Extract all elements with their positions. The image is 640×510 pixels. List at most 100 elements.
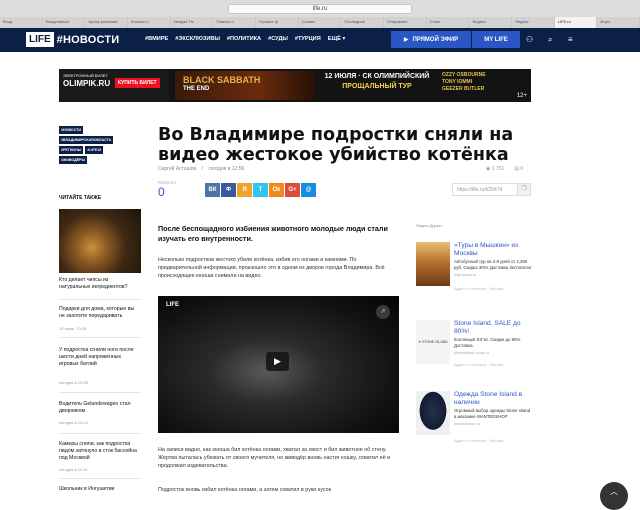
sidebar-item[interactable]: Школьник в Ингушетии: [59, 486, 141, 493]
browser-tab[interactable]: Яндекс: [469, 17, 513, 28]
banner-buy-button[interactable]: КУПИТЬ БИЛЕТ: [115, 78, 160, 88]
ad-footer[interactable]: Адрес и телефон · Москва: [454, 438, 503, 443]
publish-date: сегодня в 12:56: [208, 166, 245, 172]
share-icon[interactable]: ↗: [376, 305, 390, 319]
logo-life: LIFE: [26, 32, 54, 47]
live-button[interactable]: ▶ ПРЯМОЙ ЭФИР: [391, 31, 471, 48]
divider: [59, 478, 141, 479]
byline: Сергей Асташов / сегодня в 12:56: [158, 166, 245, 172]
browser-tab[interactable]: Лучшие ф: [256, 17, 299, 28]
tag[interactable]: #ВЛАДИМИРСКАЯОБЛАСТЬ: [59, 136, 114, 144]
ad-site: bigmskow.ru: [454, 272, 477, 278]
user-icon[interactable]: ⚇: [526, 35, 533, 44]
browser-tab[interactable]: Ставки: [298, 17, 342, 28]
browser-tab[interactable]: Ежедневные: [42, 17, 86, 28]
direct-ad[interactable]: «Туры в Мышкин» из Москвы Автобусный тур…: [416, 242, 531, 302]
browser-tab[interactable]: Ниндзя Тю: [170, 17, 214, 28]
browser-chrome: life.ru Вход Ежедневные Центр решения Бл…: [0, 0, 640, 28]
short-url-field[interactable]: https://life.ru/t/25474 ❐: [452, 183, 531, 196]
ad-site: stoneisland-shop.ru: [454, 350, 489, 356]
article-paragraph: Несколько подростков жестоко убили котён…: [158, 257, 385, 279]
divider: [59, 392, 141, 393]
video-player[interactable]: LIFE ↗ ▶: [158, 296, 399, 433]
share-facebook-button[interactable]: Ф: [221, 183, 236, 197]
browser-tab[interactable]: О нас: [426, 17, 470, 28]
ad-image: [416, 242, 450, 286]
sidebar-item[interactable]: Водитель Gelandewagen стал дворником: [59, 401, 141, 415]
nav-item-more[interactable]: ЕЩЁ ▾: [328, 36, 346, 42]
ad-description: Коллекция SS'16. Скидки до 80%. Доставка…: [454, 337, 522, 348]
live-button-label: ПРЯМОЙ ЭФИР: [412, 36, 459, 43]
ad-footer[interactable]: Адрес и телефон · Москва: [454, 286, 503, 291]
tag[interactable]: #РЕГИОНЫ: [59, 146, 84, 154]
divider: [59, 337, 141, 338]
article-paragraph: Подросток вновь избил котёнка ногами, а …: [158, 487, 331, 493]
sidebar-item[interactable]: Подарки для дома, которые вы не захотите…: [59, 306, 141, 320]
mylife-button[interactable]: MY LIFE: [472, 31, 520, 48]
nav-item-exclusive[interactable]: #ЭКСКЛЮЗИВЫ: [175, 36, 220, 42]
share-twitter-button[interactable]: Т: [253, 183, 268, 197]
browser-tab[interactable]: Памяти о: [213, 17, 257, 28]
share-mail-button[interactable]: @: [301, 183, 316, 197]
age-rating: 12+: [516, 93, 527, 99]
ad-image: [416, 391, 450, 435]
ad-title[interactable]: «Туры в Мышкин» из Москвы: [454, 242, 532, 258]
sidebar-item-time: сегодня в 12:59: [59, 380, 88, 385]
share-ok-button[interactable]: Ok: [269, 183, 284, 197]
ad-footer[interactable]: Адрес и телефон · Москва: [454, 362, 503, 367]
author[interactable]: Сергей Асташов: [158, 166, 196, 172]
banner-text: 12 ИЮЛЯ · СК ОЛИМПИЙСКИЙ ПРОЩАЛЬНЫЙ ТУР: [324, 73, 430, 90]
tag[interactable]: #ЖИВОДЁРЫ: [59, 156, 87, 164]
menu-icon[interactable]: ≡: [568, 35, 573, 44]
tab-strip: Вход Ежедневные Центр решения Блокнот с …: [0, 17, 640, 28]
article-stats: ◉ 1 751 ▤ 0: [486, 166, 523, 172]
ad-banner[interactable]: ЭЛЕКТРОННЫЙ БИЛЕТ OLIMPIK.RU КУПИТЬ БИЛЕ…: [59, 69, 531, 102]
article-paragraph: На записи видно, как юноша бил котёнка н…: [158, 447, 391, 469]
sidebar-item[interactable]: Камеры сняли, как подростка пидом затяну…: [59, 441, 141, 462]
share-vk-button[interactable]: ВК: [205, 183, 220, 197]
browser-tab-active[interactable]: LIFE.ru: [554, 17, 598, 28]
direct-ad[interactable]: Одежда Stone Island в наличии Огромный в…: [416, 391, 531, 451]
share-gplus-button[interactable]: G+: [285, 183, 300, 197]
browser-tab[interactable]: Блокнот с: [128, 17, 171, 28]
sidebar-item[interactable]: Кто делает чипсы из натуральных ингредие…: [59, 277, 141, 291]
reposts: РЕПОСТЫ 0: [158, 181, 188, 199]
browser-tab[interactable]: Последние: [341, 17, 385, 28]
nav-item-courts[interactable]: #СУДЫ: [268, 36, 288, 42]
nav-item-turkey[interactable]: #ТУРЦИЯ: [295, 36, 321, 42]
tag[interactable]: #LIFE10: [85, 146, 104, 154]
address-bar[interactable]: life.ru: [228, 4, 412, 14]
copy-icon[interactable]: ❐: [517, 184, 530, 195]
ad-title[interactable]: Stone Island. SALE до 80%!: [454, 320, 532, 336]
browser-tab[interactable]: Отправлен: [384, 17, 427, 28]
nav-item-politics[interactable]: #ПОЛИТИКА: [227, 36, 261, 42]
views-count: ◉ 1 751: [486, 166, 505, 172]
sidebar-item[interactable]: У подростка сгнили ноги после шести дней…: [59, 347, 141, 368]
comments-count: ▤ 0: [514, 166, 524, 172]
article-lead: После беспощадного избиения животного мо…: [158, 224, 388, 243]
play-icon: ▶: [403, 37, 409, 43]
nav-item-world[interactable]: #ВМИРЕ: [145, 36, 168, 42]
browser-tab[interactable]: Вход: [0, 17, 43, 28]
tag-list: #НОВОСТИ #ВЛАДИМИРСКАЯОБЛАСТЬ #РЕГИОНЫ #L…: [59, 126, 141, 164]
share-buttons: ВК Ф Я Т Ok G+ @: [205, 183, 316, 197]
ad-title[interactable]: Одежда Stone Island в наличии: [454, 391, 532, 407]
sidebar-image[interactable]: [59, 209, 141, 273]
share-yandex-button[interactable]: Я: [237, 183, 252, 197]
direct-heading: Яндекс.Директ: [416, 224, 443, 228]
search-icon[interactable]: ⌕: [548, 35, 552, 45]
browser-tab[interactable]: Игры: [597, 17, 640, 28]
site-logo[interactable]: LIFE #НОВОСТИ: [26, 32, 119, 47]
play-button[interactable]: ▶: [266, 352, 289, 371]
chevron-down-icon: ▾: [342, 36, 346, 42]
browser-tab[interactable]: Центр решения: [85, 17, 129, 28]
tag[interactable]: #НОВОСТИ: [59, 126, 83, 134]
direct-ad[interactable]: ✦ STONE ISLAND Stone Island. SALE до 80%…: [416, 320, 531, 370]
browser-tab[interactable]: Яндекс: [512, 17, 555, 28]
divider: [59, 299, 141, 300]
sidebar-heading: ЧИТАЙТЕ ТАКЖЕ: [59, 195, 102, 201]
chevron-up-icon[interactable]: ︿: [600, 482, 628, 510]
reposts-count: 0: [158, 185, 165, 199]
main-nav: #ВМИРЕ #ЭКСКЛЮЗИВЫ #ПОЛИТИКА #СУДЫ #ТУРЦ…: [145, 36, 345, 42]
stone-island-logo: ✦ STONE ISLAND: [416, 320, 450, 364]
